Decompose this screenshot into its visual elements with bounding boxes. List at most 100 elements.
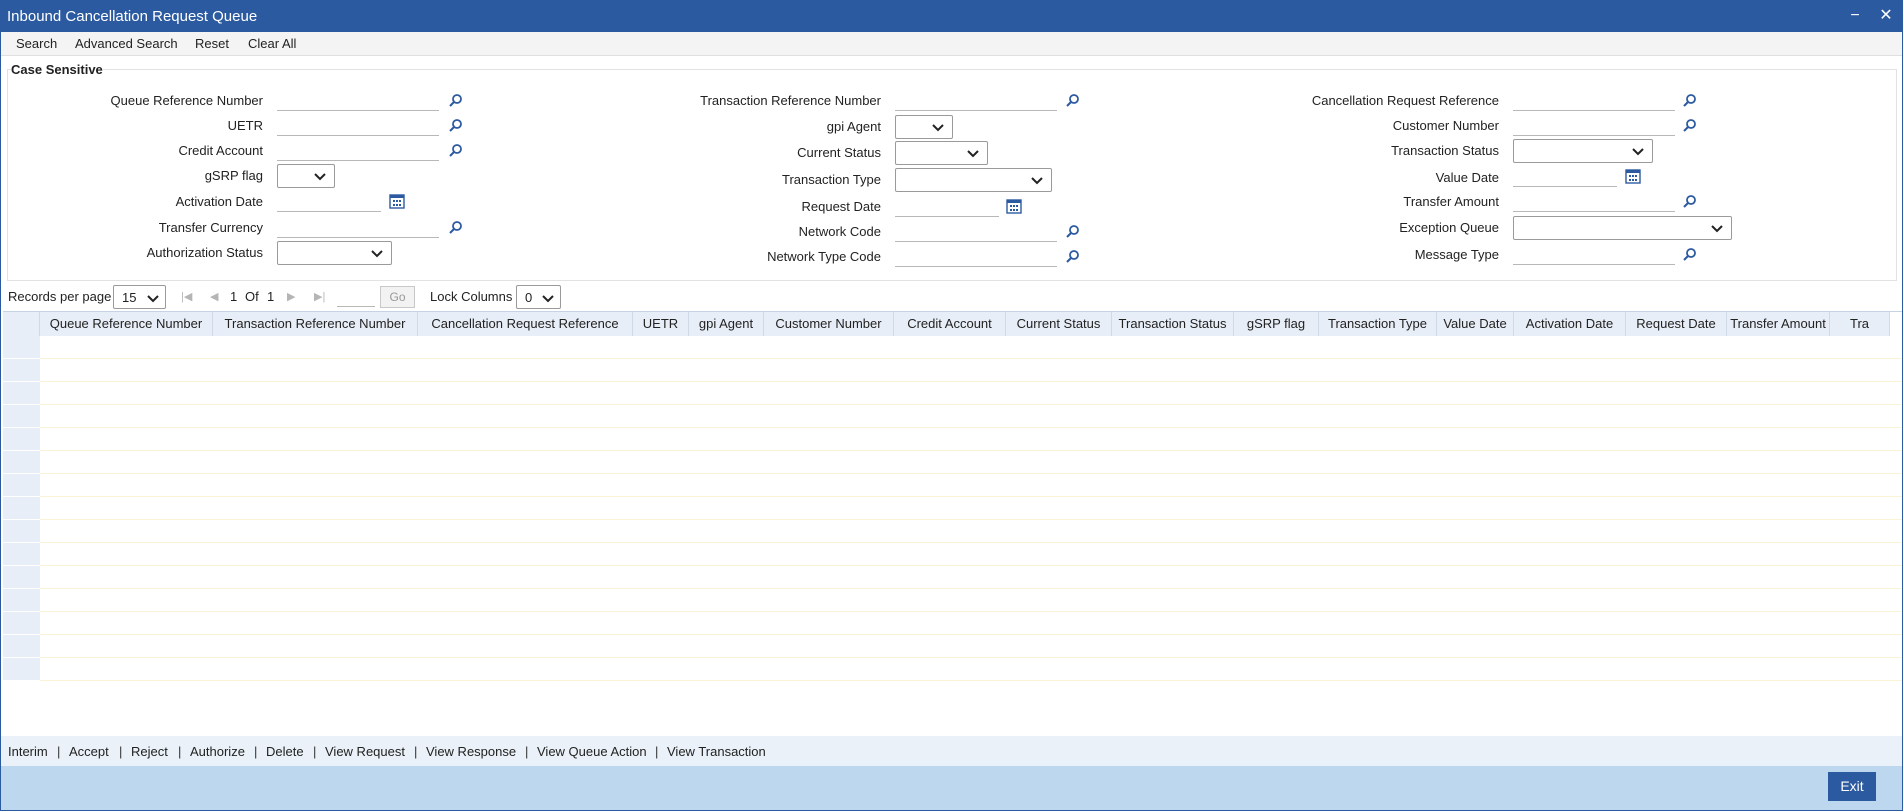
table-row[interactable] <box>3 451 1902 474</box>
column-header[interactable]: Request Date <box>1626 312 1727 336</box>
column-header[interactable]: Tra <box>1830 312 1890 336</box>
table-row[interactable] <box>3 520 1902 543</box>
column-header[interactable]: Queue Reference Number <box>40 312 213 336</box>
search-icon[interactable] <box>448 117 464 133</box>
row-select-cell[interactable] <box>3 405 40 428</box>
column-header[interactable]: Cancellation Request Reference <box>418 312 633 336</box>
row-select-cell[interactable] <box>3 612 40 635</box>
column-header[interactable]: Current Status <box>1006 312 1112 336</box>
first-page-icon[interactable]: |◀ <box>181 290 192 303</box>
search-button[interactable]: Search <box>16 36 57 51</box>
action-interim-button[interactable]: Interim <box>8 744 48 759</box>
activation-date-input[interactable] <box>277 192 381 212</box>
lock-columns-select[interactable]: 0 <box>516 285 561 309</box>
close-icon[interactable]: ✕ <box>1875 5 1897 27</box>
calendar-icon[interactable] <box>1625 168 1641 184</box>
reset-button[interactable]: Reset <box>195 36 229 51</box>
advanced-search-button[interactable]: Advanced Search <box>75 36 178 51</box>
cancellation-request-reference-input[interactable] <box>1513 91 1675 111</box>
transfer-currency-input[interactable] <box>277 218 439 238</box>
authorization-status-select[interactable] <box>277 241 392 265</box>
request-date-input[interactable] <box>895 197 999 217</box>
search-icon[interactable] <box>1682 92 1698 108</box>
table-row[interactable] <box>3 635 1902 658</box>
records-per-page-select[interactable]: 15 <box>113 285 166 309</box>
table-row[interactable] <box>3 474 1902 497</box>
row-select-cell[interactable] <box>3 520 40 543</box>
column-header[interactable]: gSRP flag <box>1234 312 1319 336</box>
search-icon[interactable] <box>1682 193 1698 209</box>
table-row[interactable] <box>3 428 1902 451</box>
calendar-icon[interactable] <box>389 193 405 209</box>
row-select-cell[interactable] <box>3 497 40 520</box>
table-row[interactable] <box>3 336 1902 359</box>
table-row[interactable] <box>3 497 1902 520</box>
search-icon[interactable] <box>1065 248 1081 264</box>
network-code-input[interactable] <box>895 222 1057 242</box>
search-icon[interactable] <box>1682 246 1698 262</box>
row-select-cell[interactable] <box>3 635 40 658</box>
row-select-cell[interactable] <box>3 474 40 497</box>
action-view-response-button[interactable]: View Response <box>426 744 516 759</box>
column-header[interactable]: Credit Account <box>894 312 1006 336</box>
column-header[interactable]: Transfer Amount <box>1727 312 1830 336</box>
exception-queue-select[interactable] <box>1513 216 1732 240</box>
column-header[interactable]: Transaction Type <box>1319 312 1437 336</box>
column-header[interactable]: Activation Date <box>1514 312 1626 336</box>
value-date-input[interactable] <box>1513 167 1617 187</box>
transaction-type-select[interactable] <box>895 168 1052 192</box>
search-icon[interactable] <box>448 219 464 235</box>
action-authorize-button[interactable]: Authorize <box>190 744 245 759</box>
transaction-reference-number-input[interactable] <box>895 91 1057 111</box>
last-page-icon[interactable]: ▶| <box>314 290 325 303</box>
search-icon[interactable] <box>1065 223 1081 239</box>
gpi-agent-select[interactable] <box>895 115 953 139</box>
column-header[interactable]: Transaction Status <box>1112 312 1234 336</box>
table-row[interactable] <box>3 543 1902 566</box>
row-select-cell[interactable] <box>3 382 40 405</box>
column-header[interactable]: UETR <box>633 312 689 336</box>
action-reject-button[interactable]: Reject <box>131 744 168 759</box>
row-select-cell[interactable] <box>3 336 40 359</box>
search-icon[interactable] <box>1065 92 1081 108</box>
row-select-cell[interactable] <box>3 658 40 681</box>
exit-button[interactable]: Exit <box>1828 772 1876 801</box>
column-header[interactable]: Customer Number <box>764 312 894 336</box>
message-type-input[interactable] <box>1513 245 1675 265</box>
customer-number-input[interactable] <box>1513 116 1675 136</box>
gsrp-flag-select[interactable] <box>277 164 335 188</box>
calendar-icon[interactable] <box>1006 198 1022 214</box>
table-row[interactable] <box>3 658 1902 681</box>
minimize-icon[interactable]: − <box>1844 5 1866 27</box>
credit-account-input[interactable] <box>277 141 439 161</box>
page-number-input[interactable] <box>337 287 375 307</box>
table-row[interactable] <box>3 589 1902 612</box>
row-select-cell[interactable] <box>3 428 40 451</box>
transaction-status-select[interactable] <box>1513 139 1653 163</box>
action-view-transaction-button[interactable]: View Transaction <box>667 744 766 759</box>
uetr-input[interactable] <box>277 116 439 136</box>
column-header[interactable]: gpi Agent <box>689 312 764 336</box>
action-accept-button[interactable]: Accept <box>69 744 109 759</box>
row-select-cell[interactable] <box>3 543 40 566</box>
column-header[interactable]: Transaction Reference Number <box>213 312 418 336</box>
next-page-icon[interactable]: ▶ <box>287 290 295 303</box>
row-select-cell[interactable] <box>3 566 40 589</box>
row-select-cell[interactable] <box>3 589 40 612</box>
go-button[interactable]: Go <box>380 286 415 308</box>
column-header[interactable]: Value Date <box>1437 312 1514 336</box>
queue-reference-number-input[interactable] <box>277 91 439 111</box>
table-row[interactable] <box>3 566 1902 589</box>
network-type-code-input[interactable] <box>895 247 1057 267</box>
action-view-request-button[interactable]: View Request <box>325 744 405 759</box>
table-row[interactable] <box>3 359 1902 382</box>
row-select-cell[interactable] <box>3 359 40 382</box>
action-view-queue-action-button[interactable]: View Queue Action <box>537 744 647 759</box>
table-row[interactable] <box>3 612 1902 635</box>
table-row[interactable] <box>3 382 1902 405</box>
current-status-select[interactable] <box>895 141 988 165</box>
row-select-cell[interactable] <box>3 451 40 474</box>
transfer-amount-input[interactable] <box>1513 192 1675 212</box>
clear-all-button[interactable]: Clear All <box>248 36 296 51</box>
table-row[interactable] <box>3 405 1902 428</box>
